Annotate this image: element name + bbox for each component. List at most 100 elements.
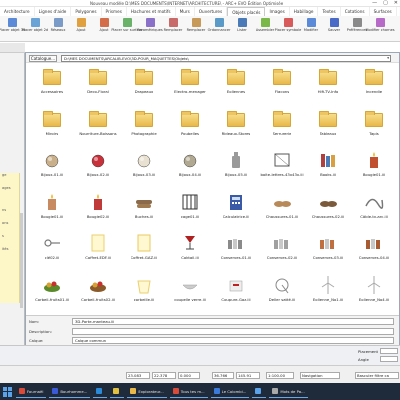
folder-item[interactable]: Serrurerie xyxy=(259,109,305,142)
left-panel-item[interactable]: ns xyxy=(0,208,19,212)
object-item[interactable]: Bougie01.iii xyxy=(351,150,397,183)
folder-item[interactable]: Poubelles xyxy=(167,109,213,142)
ribbon-button[interactable]: Sauver xyxy=(326,18,342,32)
object-item[interactable]: Buches.iii xyxy=(121,192,167,225)
object-item[interactable]: Bijoux-05.iii xyxy=(213,150,259,183)
taskbar-item[interactable]: Tous tes m... xyxy=(169,385,208,398)
ribbon-button[interactable]: Remplacer xyxy=(187,18,205,32)
object-item[interactable]: Conserves-04.iii xyxy=(351,233,397,266)
left-panel-item[interactable]: ons xyxy=(0,221,19,225)
left-panel-item[interactable]: ages xyxy=(0,186,19,190)
object-item[interactable]: Corbeil-fruits01.iii xyxy=(29,275,75,308)
menu-item[interactable]: Prismes xyxy=(102,7,127,16)
folder-item[interactable]: Drapeaux xyxy=(121,67,167,100)
maximize-button[interactable]: ▢ xyxy=(383,0,388,6)
folder-item[interactable]: Hifi-TV-Info xyxy=(305,67,351,100)
folder-item[interactable]: Tapis xyxy=(351,109,397,142)
filter-select[interactable]: Basculer filtre ca xyxy=(355,372,399,379)
taskbar-item[interactable]: Explorateur... xyxy=(127,385,167,398)
left-panel-item[interactable]: s xyxy=(0,234,19,238)
object-item[interactable]: Bougie02.iii xyxy=(75,192,121,225)
taskbar-item[interactable]: Fournaël xyxy=(16,385,47,398)
close-button[interactable]: ✕ xyxy=(394,0,398,6)
taskbar-item[interactable]: Mots de Pa... xyxy=(269,385,308,398)
object-item[interactable]: corbeille.iii xyxy=(121,275,167,308)
object-item[interactable]: boite-lettres-43x43x.iii xyxy=(259,150,305,183)
object-item[interactable]: Eolienne_No1.iii xyxy=(305,275,351,308)
menu-item[interactable]: Objets placés xyxy=(227,7,266,16)
folder-item[interactable]: Accessoires xyxy=(29,67,75,100)
object-item[interactable]: clé02.iii xyxy=(29,233,75,266)
object-item[interactable]: Conserves-02.iii xyxy=(259,233,305,266)
taskbar-item[interactable]: Bourhomme... xyxy=(49,385,91,398)
minimize-button[interactable]: — xyxy=(372,0,377,6)
object-item[interactable]: Corbeil-fruits02.iii xyxy=(75,275,121,308)
folder-item[interactable]: Electro-menager xyxy=(167,67,213,100)
ribbon-button[interactable]: Ajout xyxy=(73,18,89,32)
ribbon-button[interactable]: Réseaux xyxy=(50,18,66,32)
left-panel-item[interactable]: ge xyxy=(0,173,19,177)
menu-item[interactable]: Polygones xyxy=(71,7,102,16)
object-item[interactable]: Conserves-01.iii xyxy=(213,233,259,266)
nom-field[interactable]: 3D-Porte-manteau.iii xyxy=(72,318,394,325)
object-item[interactable]: coupelle verre.iii xyxy=(167,275,213,308)
ribbon-button[interactable]: Remplacer xyxy=(164,18,182,32)
object-item[interactable]: Coffret-EDF.iii xyxy=(75,233,121,266)
folder-item[interactable]: Tableaux xyxy=(305,109,351,142)
menu-item[interactable]: Ouvertures xyxy=(195,7,228,16)
object-item[interactable]: Eolienne_No4.iii xyxy=(351,275,397,308)
menu-item[interactable]: Images xyxy=(265,7,290,16)
folder-item[interactable]: Eoliennes xyxy=(213,67,259,100)
folder-item[interactable]: Miroirs xyxy=(29,109,75,142)
path-dropdown[interactable]: D:\MES DOCUMENTS\ARCALIB-EVO\3D-POUR_MAQ… xyxy=(61,54,391,62)
folder-item[interactable]: Photographie xyxy=(121,109,167,142)
menu-item[interactable]: Murs xyxy=(176,7,195,16)
folder-item[interactable]: Incendie xyxy=(351,67,397,100)
scale-select[interactable]: 1:100.00 xyxy=(266,372,294,379)
object-item[interactable]: Deller satté.iii xyxy=(259,275,305,308)
object-item[interactable]: Coffret-GAZ.iii xyxy=(121,233,167,266)
folder-item[interactable]: Deco-Floral xyxy=(75,67,121,100)
object-item[interactable]: Bijoux-02.iii xyxy=(75,150,121,183)
taskbar-item[interactable]: Le Colombi... xyxy=(210,385,250,398)
ribbon-button[interactable]: Paramétriques xyxy=(137,18,163,32)
object-item[interactable]: cage01.iii xyxy=(167,192,213,225)
ribbon-button[interactable]: Ajout xyxy=(96,18,112,32)
object-item[interactable]: Coupure-Gaz.iii xyxy=(213,275,259,308)
menu-item[interactable]: Habillage xyxy=(290,7,319,16)
menu-item[interactable]: Architecture xyxy=(0,7,35,16)
object-item[interactable]: Calculatrice.iii xyxy=(213,192,259,225)
folder-item[interactable]: Flacons xyxy=(259,67,305,100)
menu-item[interactable]: Cotations xyxy=(341,7,370,16)
menu-item[interactable]: Surfaces xyxy=(370,7,397,16)
placement-field[interactable] xyxy=(380,348,398,354)
ribbon-button[interactable]: Ordonnancer xyxy=(208,18,230,32)
ribbon-button[interactable]: Placer sur surface xyxy=(111,18,143,32)
folder-item[interactable]: Nourriture-Boissons xyxy=(75,109,121,142)
calque-field[interactable]: Calque commun xyxy=(72,337,394,344)
ribbon-button[interactable]: Placer symbole xyxy=(275,18,301,32)
left-panel-item[interactable]: ités xyxy=(0,247,19,251)
object-item[interactable]: Bijoux-04.iii xyxy=(167,150,213,183)
ribbon-button[interactable]: Assembler xyxy=(256,18,274,32)
object-item[interactable]: Bijoux-03.iii xyxy=(121,150,167,183)
menu-item[interactable]: Hachures et motifs xyxy=(127,7,176,16)
folder-item[interactable]: Rideaux-Stores xyxy=(213,109,259,142)
start-button[interactable] xyxy=(3,386,13,397)
menu-item[interactable]: Lignes d'aide xyxy=(35,7,72,16)
object-item[interactable]: Coktail.iii xyxy=(167,233,213,266)
catalog-button[interactable]: Catalogue... xyxy=(29,54,57,62)
ribbon-button[interactable]: Modifier charnes xyxy=(365,18,395,32)
ribbon-button[interactable]: Placer objet 2d xyxy=(22,18,48,32)
object-item[interactable]: Câble-tv-arc.iii xyxy=(351,192,397,225)
mode-select[interactable]: Navigation xyxy=(300,372,340,379)
object-item[interactable]: Bougie01.iii xyxy=(29,192,75,225)
ribbon-button[interactable]: Lister xyxy=(234,18,250,32)
object-item[interactable]: Chaussures-02.iii xyxy=(305,192,351,225)
angle-field[interactable] xyxy=(380,356,398,362)
object-item[interactable]: Books.iii xyxy=(305,150,351,183)
ribbon-button[interactable]: Placer objet 3d xyxy=(0,18,25,32)
description-field[interactable] xyxy=(72,328,394,335)
left-panel-scrollbar[interactable] xyxy=(20,213,23,308)
taskbar-item[interactable] xyxy=(110,385,125,398)
